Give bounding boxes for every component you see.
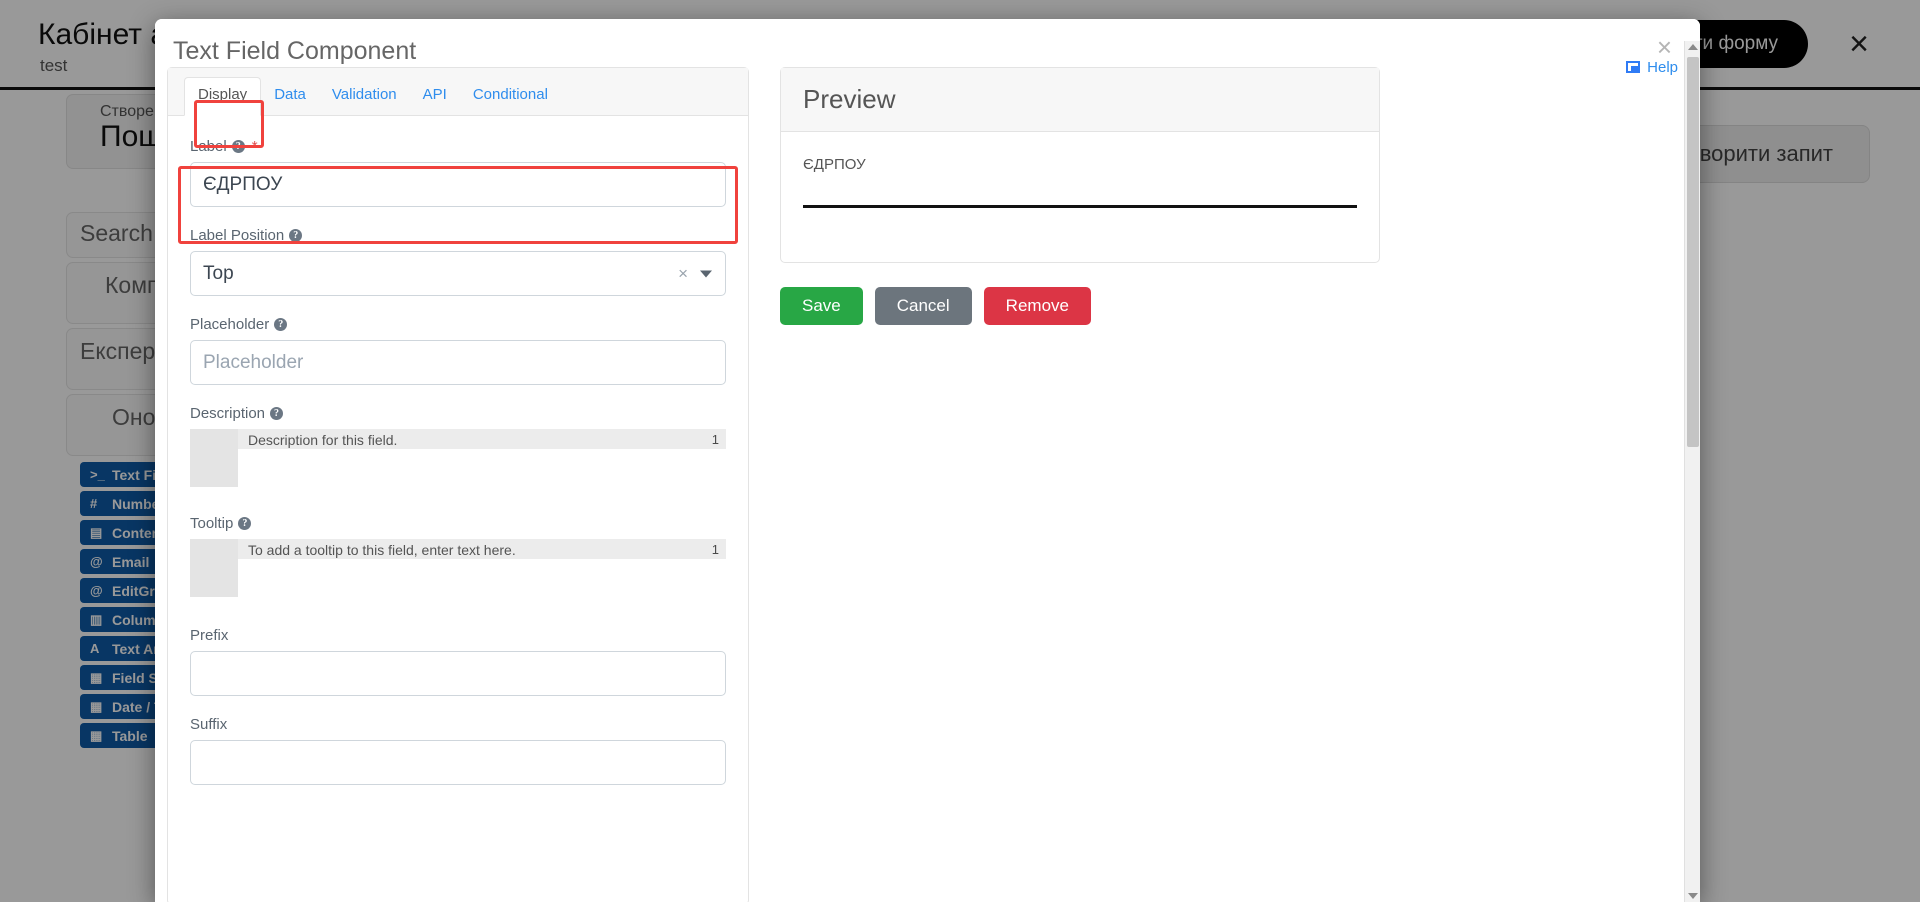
field-tooltip: Tooltip ? 1 To add a tooltip to this fie… (190, 515, 726, 597)
help-tooltip-icon[interactable]: ? (274, 318, 288, 331)
field-label-text: Label (190, 138, 227, 155)
field-placeholder-text: Placeholder (190, 316, 270, 333)
field-label-caption: Label ? * (190, 138, 726, 155)
field-suffix-caption: Suffix (190, 716, 726, 733)
code-line-number: 1 (711, 542, 719, 557)
code-line-number: 1 (711, 432, 719, 447)
tab-validation[interactable]: Validation (319, 78, 410, 115)
tab-data[interactable]: Data (261, 78, 319, 115)
field-label-position-caption: Label Position ? (190, 227, 726, 244)
preview-card: Preview ЄДРПОУ (780, 67, 1380, 263)
field-label-position: Label Position ? × (190, 227, 726, 296)
scroll-up-icon[interactable] (1688, 44, 1698, 50)
tab-display[interactable]: Display (184, 77, 262, 116)
prefix-input[interactable] (190, 651, 726, 696)
field-prefix: Prefix (190, 627, 726, 696)
placeholder-input[interactable] (190, 340, 726, 385)
field-tooltip-caption: Tooltip ? (190, 515, 726, 532)
field-description: Description ? 1 Description for this fie… (190, 405, 726, 487)
scrollbar-thumb[interactable] (1687, 57, 1699, 447)
suffix-input[interactable] (190, 740, 726, 785)
preview-title: Preview (781, 68, 1379, 132)
tab-conditional[interactable]: Conditional (460, 78, 561, 115)
preview-column: Preview ЄДРПОУ Save Cancel Remove (780, 67, 1380, 325)
settings-card: Display Data Validation API Conditional … (167, 67, 749, 902)
field-placeholder: Placeholder ? (190, 316, 726, 385)
field-description-text: Description (190, 405, 266, 422)
help-tooltip-icon[interactable]: ? (238, 517, 252, 530)
field-description-caption: Description ? (190, 405, 726, 422)
tooltip-text[interactable]: To add a tooltip to this field, enter te… (248, 542, 516, 558)
label-position-select[interactable]: × (190, 251, 726, 296)
dialog-title: Text Field Component (173, 37, 417, 65)
save-button[interactable]: Save (780, 287, 863, 325)
field-tooltip-text: Tooltip (190, 515, 234, 532)
help-tooltip-icon[interactable]: ? (289, 229, 303, 242)
dialog-actions: Save Cancel Remove (780, 287, 1380, 325)
help-tooltip-icon[interactable]: ? (270, 407, 284, 420)
display-settings-form: Label ? * Label Position ? × (168, 116, 748, 902)
preview-body: ЄДРПОУ (781, 132, 1379, 262)
field-label-position-text: Label Position (190, 227, 285, 244)
tab-api[interactable]: API (410, 78, 460, 115)
description-editor[interactable]: 1 Description for this field. (190, 429, 726, 487)
required-marker: * (251, 138, 258, 155)
scroll-down-icon[interactable] (1688, 893, 1698, 899)
field-prefix-text: Prefix (190, 627, 229, 644)
code-gutter (190, 429, 238, 487)
external-window-icon (1626, 60, 1642, 75)
field-label: Label ? * (190, 138, 726, 207)
label-position-value[interactable] (190, 251, 726, 296)
label-input[interactable] (190, 162, 726, 207)
remove-button[interactable]: Remove (983, 287, 1091, 325)
preview-field-label: ЄДРПОУ (803, 156, 866, 173)
preview-field-input[interactable] (803, 205, 1357, 208)
field-placeholder-caption: Placeholder ? (190, 316, 726, 333)
description-text[interactable]: Description for this field. (248, 432, 397, 448)
help-link[interactable]: Help (1626, 59, 1678, 76)
field-prefix-caption: Prefix (190, 627, 726, 644)
code-gutter (190, 539, 238, 597)
help-label: Help (1647, 59, 1678, 76)
settings-tabs: Display Data Validation API Conditional (168, 68, 748, 116)
help-tooltip-icon[interactable]: ? (231, 140, 245, 153)
field-suffix: Suffix (190, 716, 726, 785)
field-suffix-text: Suffix (190, 716, 228, 733)
tooltip-editor[interactable]: 1 To add a tooltip to this field, enter … (190, 539, 726, 597)
close-icon[interactable]: × (1657, 34, 1672, 60)
chevron-down-icon[interactable] (700, 270, 712, 277)
clear-icon[interactable]: × (678, 264, 688, 284)
cancel-button[interactable]: Cancel (874, 287, 972, 325)
dialog-scrollbar[interactable] (1684, 41, 1700, 902)
text-field-component-dialog: Text Field Component × Help Display Data… (155, 19, 1700, 902)
